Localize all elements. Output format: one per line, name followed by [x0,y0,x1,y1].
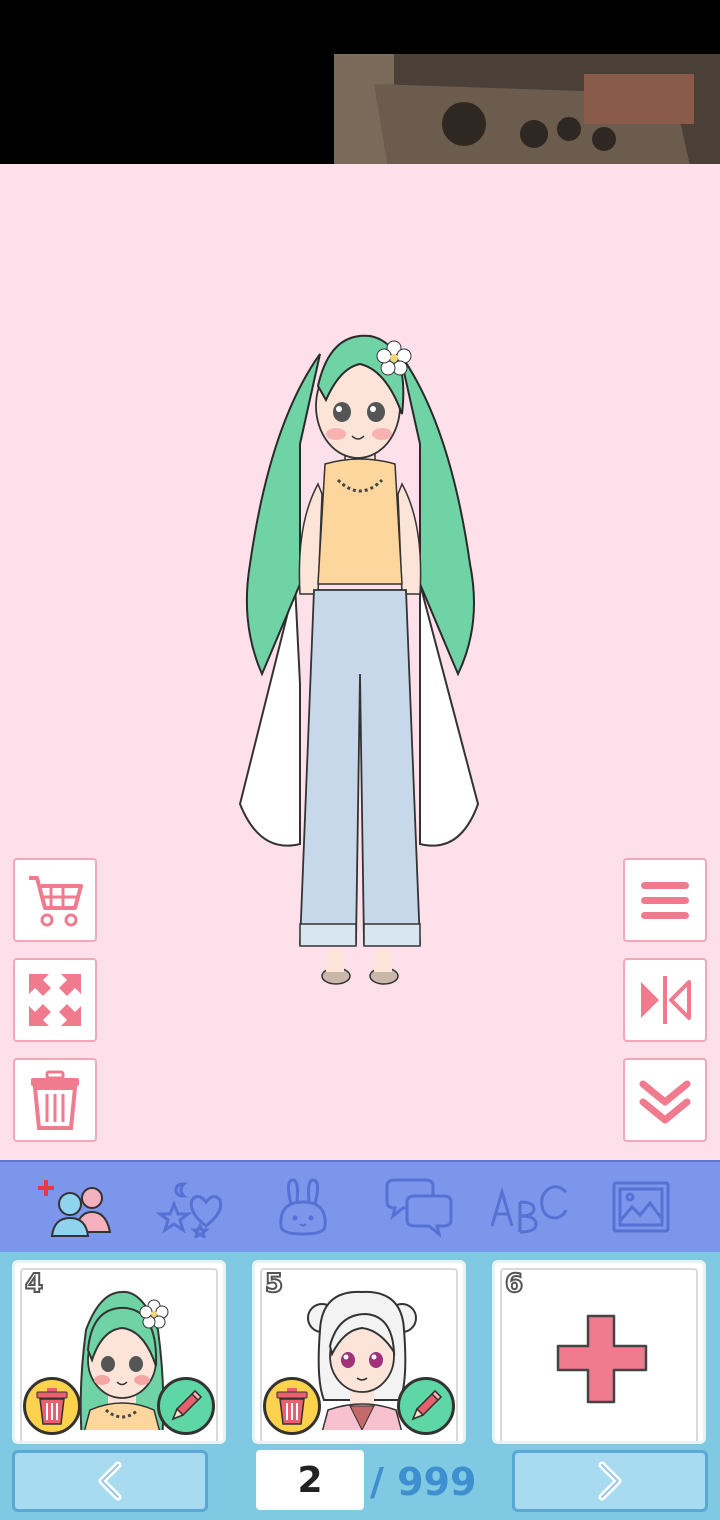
slot-number: 5 [264,1268,284,1300]
current-page-field[interactable]: 2 [256,1450,364,1510]
add-people-icon [38,1180,112,1237]
hamburger-icon [641,882,689,919]
slot-number: 4 [24,1268,44,1300]
cart-button[interactable] [13,858,97,942]
tab-speech[interactable] [372,1172,462,1242]
character-slot-5[interactable]: 5 [252,1260,466,1444]
speech-bubbles-icon [385,1178,453,1238]
character-figure[interactable] [0,164,720,1160]
tab-pets[interactable] [258,1172,348,1242]
chevron-right-icon [598,1461,622,1501]
dressup-stage[interactable] [0,164,720,1160]
next-page-button[interactable] [512,1450,708,1512]
trash-icon [276,1388,308,1425]
slot-delete-button[interactable] [23,1377,81,1435]
character-slot-6-add[interactable]: 6 [492,1260,706,1444]
trash-icon [31,1070,79,1130]
tab-stickers[interactable] [146,1172,236,1242]
prev-page-button[interactable] [12,1450,208,1512]
slot-edit-button[interactable] [397,1377,455,1435]
abc-icon [490,1185,568,1234]
expand-arrows-icon [29,974,81,1026]
tab-characters[interactable] [32,1172,122,1242]
slot-number: 6 [504,1268,524,1300]
expand-button[interactable] [13,958,97,1042]
tab-text[interactable] [484,1172,574,1242]
chevron-double-down-icon [639,1080,691,1124]
collapse-button[interactable] [623,1058,707,1142]
slot-delete-button[interactable] [263,1377,321,1435]
character-slot-4[interactable]: 4 [12,1260,226,1444]
slot-frame [500,1268,698,1441]
tab-background[interactable] [596,1172,686,1242]
character-slots-panel: 4 5 6 2 / 999 [0,1252,720,1520]
flip-button[interactable] [623,958,707,1042]
bunny-icon [279,1178,327,1236]
menu-button[interactable] [623,858,707,942]
mirror-flip-icon [641,976,691,1024]
chevron-left-icon [98,1461,122,1501]
pencil-icon [411,1389,443,1421]
cart-icon [29,876,83,927]
plus-icon [556,1314,648,1404]
delete-button[interactable] [13,1058,97,1142]
stars-heart-icon [155,1182,223,1238]
slot-edit-button[interactable] [157,1377,215,1435]
pencil-icon [171,1389,203,1421]
trash-icon [36,1388,68,1425]
total-pages: / 999 [370,1460,477,1504]
image-icon [612,1181,670,1233]
category-tab-bar [0,1160,720,1252]
